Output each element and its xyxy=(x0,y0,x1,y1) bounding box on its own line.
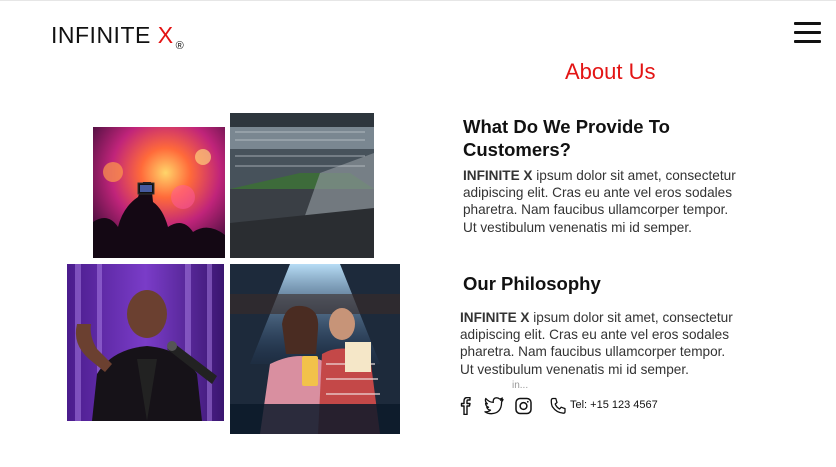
philosophy-brand-name: INFINITE X xyxy=(460,310,530,325)
social-hint-label: in... xyxy=(512,380,529,391)
registered-mark: ® xyxy=(175,40,185,52)
provide-heading: What Do We Provide To Customers? xyxy=(463,116,670,160)
phone-number[interactable]: Tel: +15 123 4567 xyxy=(570,399,658,411)
stadium-crowd-photo xyxy=(230,113,374,258)
brand-logo[interactable]: INFINITE X ® xyxy=(51,22,185,52)
couple-at-cinema-photo xyxy=(230,264,400,434)
menu-bar xyxy=(794,31,821,34)
facebook-icon[interactable] xyxy=(460,397,472,415)
menu-bar xyxy=(794,40,821,43)
philosophy-paragraph: INFINITE X ipsum dolor sit amet, consect… xyxy=(460,309,770,378)
twitter-icon[interactable] xyxy=(484,397,504,415)
provide-paragraph: INFINITE X ipsum dolor sit amet, consect… xyxy=(463,167,773,236)
instagram-icon[interactable] xyxy=(515,397,532,415)
page-title: About Us xyxy=(565,59,656,84)
comedian-on-stage-photo xyxy=(67,264,224,421)
phone-icon[interactable] xyxy=(550,397,566,415)
provide-brand-name: INFINITE X xyxy=(463,168,533,183)
philosophy-heading: Our Philosophy xyxy=(463,273,601,294)
top-divider xyxy=(0,0,836,1)
hamburger-menu-icon[interactable] xyxy=(794,22,821,44)
logo-text: INFINITE xyxy=(51,22,158,48)
menu-bar xyxy=(794,22,821,25)
concert-crowd-photo xyxy=(93,127,225,258)
logo-accent: X xyxy=(157,22,174,48)
